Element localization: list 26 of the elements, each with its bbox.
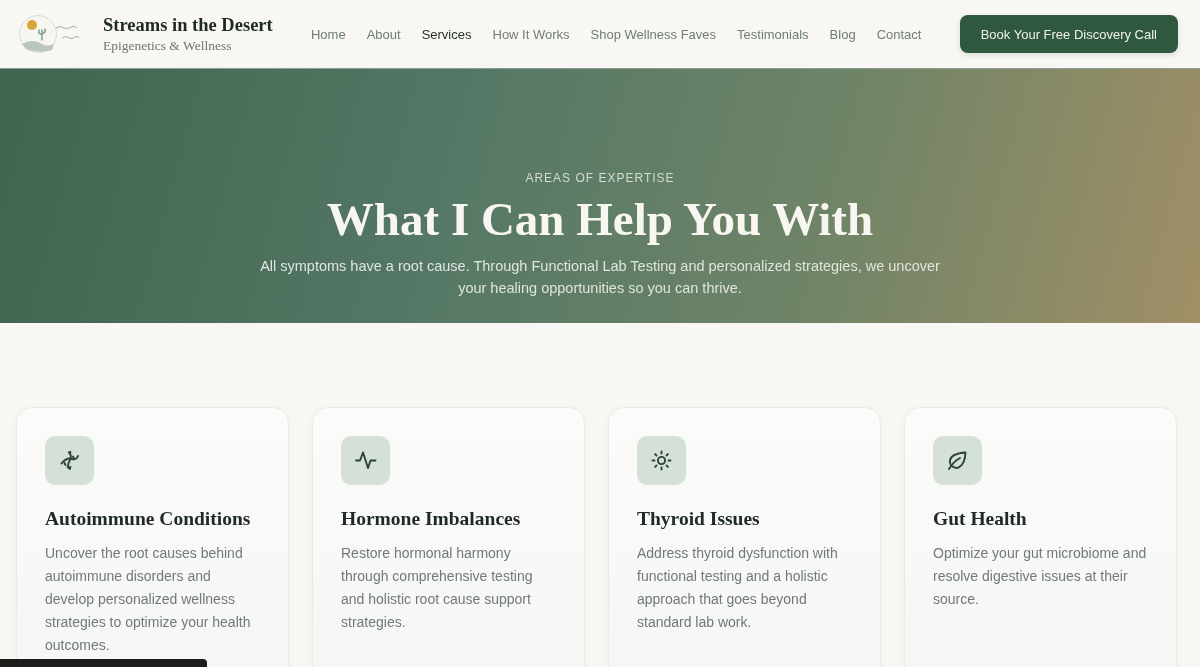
service-title: Autoimmune Conditions <box>45 507 252 531</box>
service-title: Thyroid Issues <box>637 507 761 531</box>
service-description: Restore hormonal harmony through comprehensive testing and holistic root cause support strategies. <box>341 544 534 632</box>
nav-link[interactable]: Testimonials <box>737 26 809 42</box>
service-title: Gut Health <box>933 507 1028 531</box>
section-eyebrow: AREAS OF EXPERTISE <box>525 171 675 185</box>
nav-link[interactable]: How It Works <box>492 26 570 42</box>
nav-link[interactable]: Services <box>421 26 472 42</box>
section-heading: What I Can Help You With <box>326 193 874 245</box>
nav-link[interactable]: Shop Wellness Faves <box>590 26 717 42</box>
nav-link[interactable]: Contact <box>876 26 922 42</box>
service-description: Optimize your gut microbiome and resolve digestive issues at their source. <box>933 544 1148 609</box>
sun-icon <box>637 436 686 485</box>
section-intro: All symptoms have a root cause. Through Functional Lab Testing and personalized strategies, we uncover your healing opportunities so you can thrive. <box>259 257 941 298</box>
nav-link[interactable]: Home <box>310 26 346 42</box>
pulse-icon <box>341 436 390 485</box>
service-description: Address thyroid dysfunction with functional testing and a holistic approach that goes beyond standard lab work. <box>637 544 839 632</box>
leaf-icon <box>933 436 982 485</box>
book-call-button[interactable]: Book Your Free Discovery Call <box>959 15 1178 53</box>
nav-link[interactable]: About <box>366 26 401 42</box>
nav-link[interactable]: Blog <box>829 26 856 42</box>
service-title: Hormone Imbalances <box>341 507 522 531</box>
site-tagline: Epigenetics & Wellness <box>103 36 233 55</box>
dna-icon <box>45 436 94 485</box>
service-description: Uncover the root causes behind autoimmune disorders and develop personalized wellness strategies to optimize your health outcomes. <box>45 544 252 655</box>
site-title[interactable]: Streams in the Desert <box>103 13 273 36</box>
